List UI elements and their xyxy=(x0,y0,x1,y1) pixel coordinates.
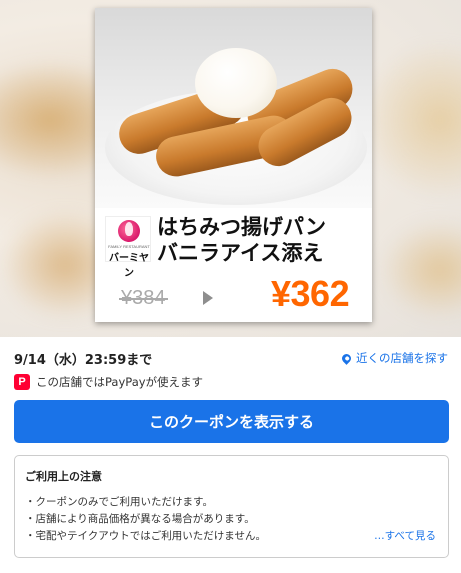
background-blur xyxy=(380,220,461,320)
show-coupon-button[interactable]: このクーポンを表示する xyxy=(14,400,449,443)
see-all-link[interactable]: …すべて見る xyxy=(374,528,436,543)
coupon-card[interactable]: FAMILY RESTAURANT バーミヤン はちみつ揚げパン バニラアイス添… xyxy=(95,8,372,322)
expiry-date: 9/14（水）23:59まで xyxy=(14,353,153,368)
product-title: はちみつ揚げパン バニラアイス添え xyxy=(157,214,367,266)
list-item: ・店舗により商品価格が異なる場合があります。 xyxy=(25,513,255,525)
original-price: ¥384 xyxy=(119,287,167,309)
paypay-notice: P この店舗ではPayPayが使えます xyxy=(14,373,203,391)
find-nearby-stores-link[interactable]: 近くの店舗を探す xyxy=(340,350,448,366)
background-blur xyxy=(360,40,461,200)
arrow-right-icon xyxy=(203,291,213,305)
location-pin-icon xyxy=(340,351,353,365)
hero-banner: FAMILY RESTAURANT バーミヤン はちみつ揚げパン バニラアイス添… xyxy=(0,0,461,337)
paypay-text: この店舗ではPayPayが使えます xyxy=(36,375,204,389)
paypay-icon: P xyxy=(14,374,30,390)
usage-notes-box: ご利用上の注意 ・クーポンのみでご利用いただけます。 ・店舗により商品価格が異な… xyxy=(14,455,449,558)
product-title-line: バニラアイス添え xyxy=(157,241,324,265)
ice-cream-scoop xyxy=(195,48,277,118)
product-title-line: はちみつ揚げパン xyxy=(157,215,327,239)
list-item: ・クーポンのみでご利用いただけます。 xyxy=(25,496,213,508)
discount-price: ¥362 xyxy=(271,273,350,314)
product-photo xyxy=(95,8,372,208)
peach-logo-icon xyxy=(118,220,140,242)
usage-notes-title: ご利用上の注意 xyxy=(25,470,102,483)
find-nearby-stores-label: 近くの店舗を探す xyxy=(356,351,448,365)
brand-logo: FAMILY RESTAURANT バーミヤン xyxy=(105,216,151,279)
brand-logo-name: バーミヤン xyxy=(109,253,149,279)
